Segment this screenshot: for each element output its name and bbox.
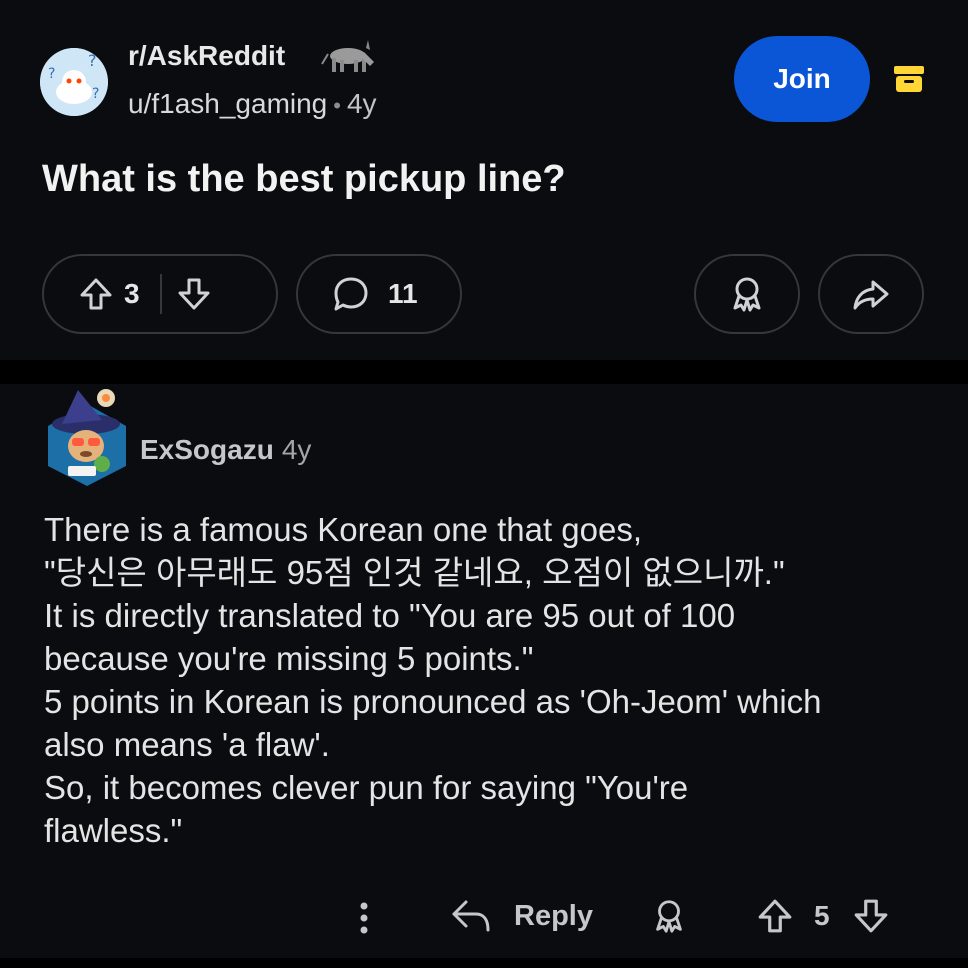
archive-icon [894, 66, 924, 92]
reply-icon[interactable] [450, 896, 492, 936]
svg-text:?: ? [48, 66, 55, 82]
comment-downvote-icon[interactable] [852, 896, 890, 936]
comment-line: flawless." [44, 812, 183, 849]
vote-pill: 3 [42, 254, 278, 334]
comment-author[interactable]: ExSogazu [140, 434, 274, 465]
comment-icon [334, 277, 368, 311]
donkey-icon [321, 40, 374, 72]
svg-text:?: ? [88, 51, 97, 70]
downvote-icon[interactable] [176, 276, 212, 312]
bottom-edge [0, 958, 968, 968]
comments-button[interactable]: 11 [296, 254, 462, 334]
comment-age: 4y [281, 434, 312, 465]
post-score: 3 [124, 278, 140, 309]
comment-score: 5 [814, 900, 830, 931]
post-meta: u/f1ash_gaming • 4y [128, 88, 377, 120]
more-icon[interactable] [356, 898, 372, 938]
comment-meta: ExSogazu 4y [140, 434, 311, 466]
join-button[interactable]: Join [734, 36, 870, 122]
award-icon [733, 277, 761, 312]
comment-upvote-icon[interactable] [756, 896, 794, 936]
comment-line: also means 'a flaw'. [44, 726, 330, 763]
comment-body: There is a famous Korean one that goes, … [44, 508, 944, 852]
subreddit-avatar[interactable]: ? ? ? [40, 48, 108, 116]
post-title[interactable]: What is the best pickup line? [42, 158, 566, 201]
comment-line: So, it becomes clever pun for saying "Yo… [44, 769, 689, 806]
share-icon [853, 280, 889, 310]
post-author[interactable]: u/f1ash_gaming [128, 88, 327, 119]
comment-line: There is a famous Korean one that goes, [44, 511, 643, 548]
share-button[interactable] [818, 254, 924, 334]
comment-line: because you're missing 5 points." [44, 640, 534, 677]
post-card: ? ? ? r/AskReddit u/f1ash_gaming • 4y Join… [0, 0, 968, 360]
meta-separator: • [333, 93, 341, 118]
comment-count: 11 [388, 278, 418, 309]
user-avatar[interactable] [44, 384, 130, 486]
section-divider [0, 360, 968, 384]
comment-line: It is directly translated to "You are 95… [44, 597, 736, 634]
award-button[interactable] [694, 254, 800, 334]
comment-award-icon[interactable] [650, 896, 688, 936]
svg-text:?: ? [92, 86, 99, 102]
vote-separator [159, 274, 162, 314]
comment-line: 5 points in Korean is pronounced as 'Oh-… [44, 683, 822, 720]
upvote-icon[interactable] [78, 276, 114, 312]
reply-button[interactable]: Reply [514, 900, 593, 933]
post-age: 4y [346, 88, 377, 119]
comment-actions: Reply 5 [0, 890, 968, 946]
comment-line: "당신은 아무래도 95점 인것 같네요, 오점이 없으니까." [44, 554, 785, 591]
subreddit-name[interactable]: r/AskReddit [128, 40, 285, 72]
